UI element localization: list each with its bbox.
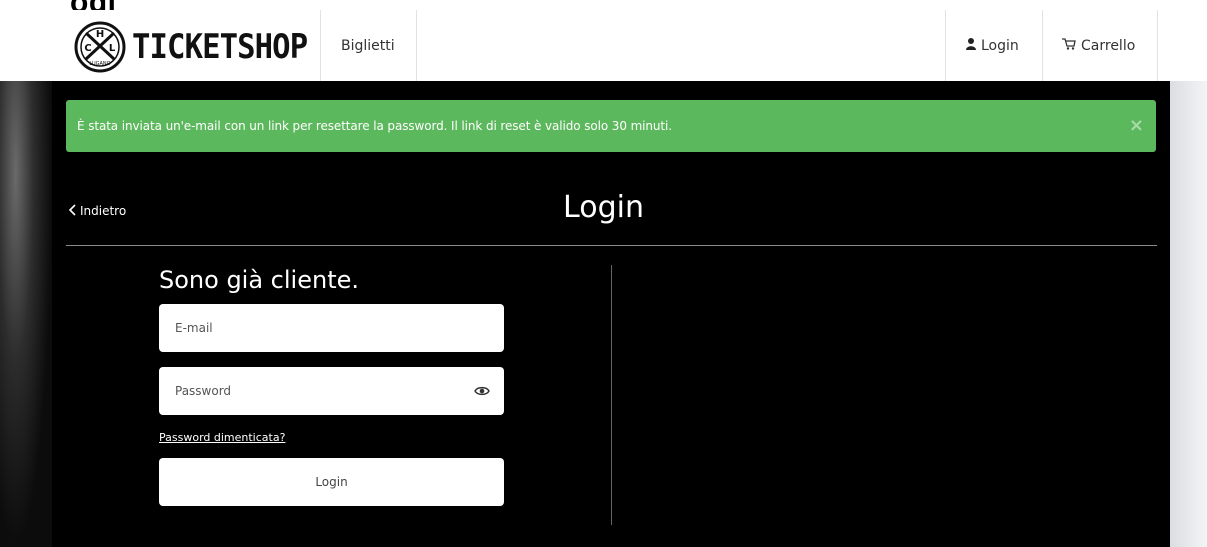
user-icon xyxy=(966,37,976,54)
header-divider xyxy=(66,245,1157,246)
brand-name: TICKETSHOP xyxy=(132,27,308,67)
success-alert: È stata inviata un'e-mail con un link pe… xyxy=(66,100,1156,152)
hockey-player-image xyxy=(0,81,52,547)
close-icon[interactable]: × xyxy=(1129,115,1144,136)
forgot-password-link[interactable]: Password dimenticata? xyxy=(159,431,285,444)
existing-customer-heading: Sono già cliente. xyxy=(159,266,359,294)
nav-divider xyxy=(320,10,321,81)
cart-icon xyxy=(1062,37,1076,54)
chl-logo-icon: H C L LUGANO xyxy=(74,21,126,73)
svg-text:LUGANO: LUGANO xyxy=(89,61,110,67)
nav-login-label: Login xyxy=(981,37,1019,54)
eye-icon[interactable] xyxy=(474,383,490,399)
nav-cart-link[interactable]: Carrello xyxy=(1062,10,1135,81)
svg-text:C: C xyxy=(84,43,91,54)
svg-text:H: H xyxy=(96,29,104,40)
svg-text:L: L xyxy=(109,43,116,54)
nav-divider xyxy=(945,10,946,81)
ice-background xyxy=(1167,81,1207,547)
nav-divider xyxy=(1157,10,1158,81)
password-field-wrapper xyxy=(159,367,504,415)
email-field-wrapper xyxy=(159,304,504,352)
email-field[interactable] xyxy=(159,304,465,352)
nav-cart-label: Carrello xyxy=(1081,37,1136,54)
nav-tickets-link[interactable]: Biglietti xyxy=(341,10,395,81)
nav-login-link[interactable]: Login xyxy=(966,10,1019,81)
column-divider xyxy=(611,265,612,525)
page-title: Login xyxy=(563,190,644,225)
navbar: H C L LUGANO TICKETSHOP Biglietti Login … xyxy=(0,10,1207,82)
nav-divider xyxy=(1042,10,1043,81)
brand-logo[interactable]: H C L LUGANO TICKETSHOP xyxy=(74,21,327,73)
login-submit-button[interactable]: Login xyxy=(159,458,504,506)
nav-tickets-label: Biglietti xyxy=(341,37,395,54)
password-field[interactable] xyxy=(159,367,465,415)
alert-message: È stata inviata un'e-mail con un link pe… xyxy=(77,119,672,133)
nav-divider xyxy=(416,10,417,81)
